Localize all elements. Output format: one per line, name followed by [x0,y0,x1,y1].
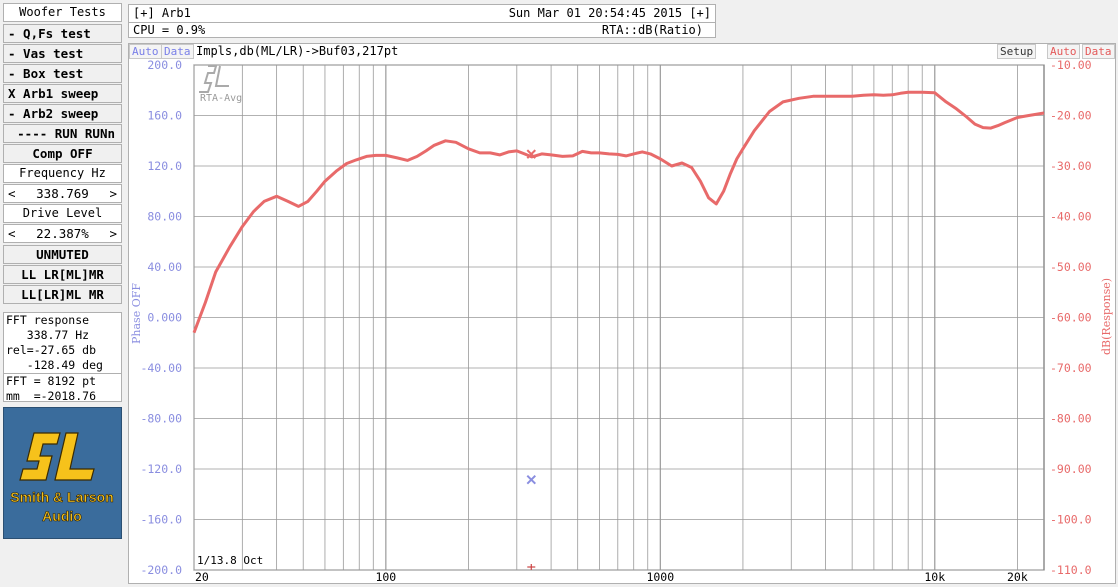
left-tick-label: 160.0 [147,109,182,123]
mode-label: RTA::dB(Ratio) [601,23,703,37]
left-tick-label: 120.0 [147,159,182,173]
right-tick-label: -110.0 [1050,563,1092,577]
frequency-stepper: < 338.769 > [3,184,122,203]
drive-decrease-button[interactable]: < [8,225,16,242]
arb2-sweep-button[interactable]: - Arb2 sweep [3,104,122,123]
left-tick-label: 80.00 [147,210,182,224]
x-tick-label: 10k [924,570,945,584]
left-axis-title: Phase OFF [130,283,143,344]
right-tick-label: -80.00 [1050,412,1092,426]
right-axis-title: dB(Response) [1100,278,1113,355]
left-tick-label: 0.000 [147,311,182,325]
left-tick-label: 40.00 [147,260,182,274]
fft-readout: FFT response 338.77 Hz rel=-27.65 db -12… [3,312,122,403]
fft-mm: mm =-2018.76 [6,389,97,403]
right-tick-label: -10.00 [1050,58,1092,72]
x-tick-label: 20 [195,570,209,584]
vas-test-button[interactable]: - Vas test [3,44,122,63]
run-button[interactable]: ---- RUN RUNn [3,124,122,143]
fft-frequency: 338.77 Hz [6,328,90,342]
left-tick-label: -200.0 [140,563,182,577]
response-curve [192,90,1045,334]
smith-larson-logo: Smith & Larson Audio [3,407,122,539]
drive-level-value[interactable]: 22.387% [36,225,89,242]
response-chart[interactable]: 200.0 160.0 120.0 80.00 40.00 0.000 -40.00 -80.… [128,43,1116,584]
fft-phase-deg: -128.49 deg [6,358,103,372]
fft-title: FFT response [6,313,90,327]
left-tick-label: -80.00 [140,412,182,426]
left-tick-label: -120.0 [140,462,182,476]
mute-button[interactable]: UNMUTED [3,245,122,264]
right-tick-label: -100.0 [1050,513,1092,527]
right-tick-label: -90.00 [1050,462,1092,476]
comp-button[interactable]: Comp OFF [3,144,122,163]
phase-cursor-marker [526,475,536,485]
channel-label[interactable]: [+] Arb1 [133,6,191,20]
right-tick-label: -60.00 [1050,311,1092,325]
right-tick-label: -70.00 [1050,361,1092,375]
x-tick-label: 20k [1007,570,1028,584]
status-header: [+] Arb1 Sun Mar 01 20:54:45 2015 [+] CP… [128,4,716,38]
watermark-label: RTA-Avg [200,93,242,104]
frequency-label: Frequency Hz [3,164,122,183]
arb1-sweep-button[interactable]: X Arb1 sweep [3,84,122,103]
left-tick-label: 200.0 [147,58,182,72]
fft-relative-db: rel=-27.65 db [6,343,97,357]
fft-size: FFT = 8192 pt [4,373,121,389]
panel-title: Woofer Tests [3,3,122,22]
qfs-test-button[interactable]: - Q,Fs test [3,24,122,43]
right-tick-label: -50.00 [1050,260,1092,274]
frequency-increase-button[interactable]: > [109,185,117,202]
left-tick-label: -40.00 [140,361,182,375]
datetime-label: Sun Mar 01 20:54:45 2015 [+] [508,6,711,20]
frequency-value[interactable]: 338.769 [36,185,89,202]
cpu-label: CPU = 0.9% [133,23,206,37]
drive-level-label: Drive Level [3,204,122,223]
channel-select-2-button[interactable]: LL[LR]ML MR [3,285,122,304]
right-tick-label: -40.00 [1050,210,1092,224]
channel-select-1-button[interactable]: LL LR[ML]MR [3,265,122,284]
box-test-button[interactable]: - Box test [3,64,122,83]
drive-level-stepper: < 22.387% > [3,224,122,243]
left-tick-label: -160.0 [140,513,182,527]
smoothing-label: 1/13.8 Oct [197,554,263,567]
drive-increase-button[interactable]: > [109,225,117,242]
x-tick-label: 100 [375,570,396,584]
x-tick-label: 1000 [646,570,674,584]
grid-lines [193,64,1045,571]
frequency-decrease-button[interactable]: < [8,185,16,202]
right-tick-label: -30.00 [1050,159,1092,173]
buffer-label: Impls,db(ML/LR)->Buf03,217pt [196,44,398,58]
right-tick-label: -20.00 [1050,109,1092,123]
rta-watermark-icon [199,65,229,93]
logo-line-2: Audio [42,508,82,524]
cursor-position-marker [527,564,536,570]
logo-line-1: Smith & Larson [10,489,113,505]
